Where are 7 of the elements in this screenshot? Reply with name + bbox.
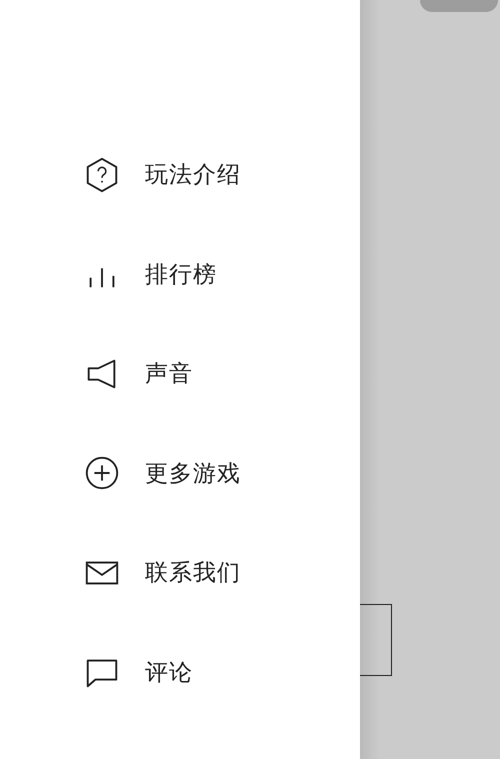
menu-item-label[interactable]: 排行榜 [145, 258, 217, 290]
frame-outline [360, 604, 392, 676]
menu-item-label[interactable]: 联系我们 [145, 557, 241, 588]
menu-item-label[interactable]: 更多游戏 [145, 458, 241, 489]
menu-item-label[interactable]: 玩法介绍 [145, 159, 241, 190]
menu-item-label[interactable]: 声音 [145, 358, 193, 390]
menu-item-label[interactable]: 评论 [145, 656, 193, 688]
